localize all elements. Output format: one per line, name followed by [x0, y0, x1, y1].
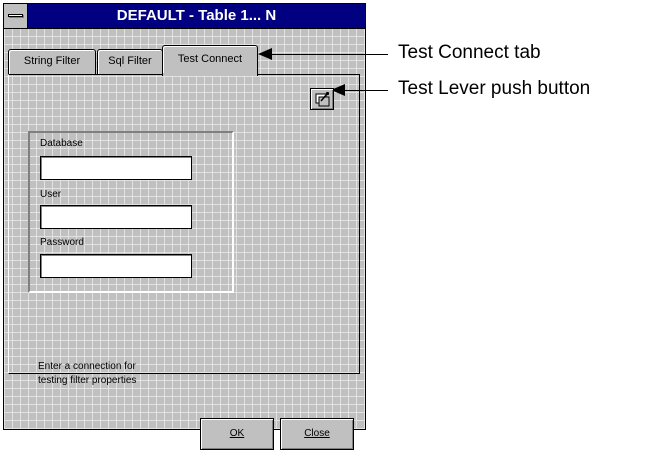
tab-string-filter[interactable]: String Filter	[8, 49, 96, 74]
callout-test-connect-tab: Test Connect tab	[398, 42, 541, 63]
password-label: Password	[40, 237, 84, 248]
password-field[interactable]	[40, 254, 192, 278]
close-button[interactable]: Close	[280, 418, 354, 450]
hint-line-2: testing filter properties	[38, 375, 137, 386]
ok-button[interactable]: OK	[200, 418, 274, 450]
close-button-label: Close	[304, 428, 330, 439]
test-lever-icon	[315, 91, 330, 107]
test-lever-button[interactable]	[310, 88, 334, 110]
database-label: Database	[40, 138, 83, 149]
dialog-window: DEFAULT - Table 1... N String Filter Sql…	[3, 3, 366, 450]
hint-text: Enter a connection for testing filter pr…	[38, 360, 218, 388]
ok-button-label: OK	[229, 428, 245, 439]
callout-line-tab	[270, 54, 388, 55]
active-tab-joiner	[163, 73, 257, 76]
user-field[interactable]	[40, 205, 192, 229]
hint-line-1: Enter a connection for	[38, 361, 136, 372]
window-title: DEFAULT - Table 1... N	[116, 7, 277, 24]
tab-sql-filter[interactable]: Sql Filter	[97, 49, 163, 74]
callout-test-lever-button: Test Lever push button	[398, 78, 591, 99]
database-field[interactable]	[40, 156, 192, 180]
title-bar: DEFAULT - Table 1... N	[4, 4, 365, 29]
user-label: User	[40, 189, 62, 200]
tab-test-connect[interactable]: Test Connect	[162, 45, 258, 76]
system-menu-icon[interactable]	[4, 4, 28, 28]
dialog-client-area: String Filter Sql Filter Test Connect Da…	[4, 29, 365, 450]
